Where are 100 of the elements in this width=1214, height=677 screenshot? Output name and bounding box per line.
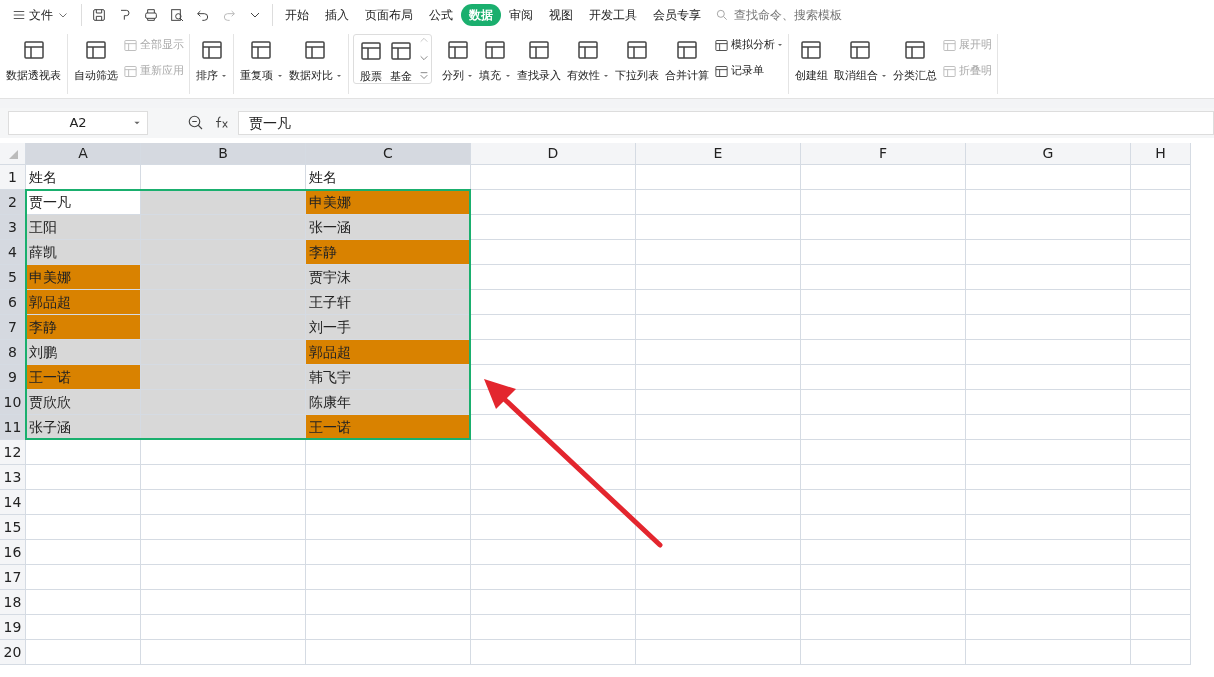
search-icon (715, 8, 729, 22)
ribbon-button[interactable]: 合并计算 (661, 34, 712, 87)
ribbon-button[interactable]: 下拉列表 (611, 34, 662, 87)
grid-cell (1131, 515, 1191, 540)
row-header[interactable]: 17 (0, 565, 26, 590)
column-header[interactable]: H (1131, 143, 1191, 165)
table-icon (624, 38, 649, 62)
ribbon-button[interactable]: 排序 (193, 34, 231, 87)
name-box[interactable]: A2 (8, 111, 148, 135)
ribbon-button[interactable]: 分列 (439, 34, 477, 87)
table-icon (799, 38, 824, 62)
row-header[interactable]: 16 (0, 540, 26, 565)
table-icon (445, 38, 470, 62)
table-cell: 申美娜 (26, 265, 141, 290)
more-icon[interactable] (419, 71, 429, 81)
ribbon-button[interactable]: 数据透视表 (3, 34, 64, 87)
column-header[interactable]: B (141, 143, 306, 165)
grid-cell (1131, 265, 1191, 290)
ribbon-button[interactable]: 创建组 (791, 34, 831, 87)
table-cell: 姓名 (306, 165, 471, 190)
ribbon-tab[interactable]: 开发工具 (580, 4, 645, 26)
ribbon-tab[interactable]: 页面布局 (356, 4, 421, 26)
row-header[interactable]: 7 (0, 315, 26, 340)
column-header[interactable]: A (26, 143, 141, 165)
row-header[interactable]: 19 (0, 615, 26, 640)
column-header[interactable]: E (636, 143, 801, 165)
grid-cell (1131, 440, 1191, 465)
row-header[interactable]: 15 (0, 515, 26, 540)
grid-cell (1131, 640, 1191, 665)
ribbon-button[interactable]: 有效性 (563, 34, 612, 87)
ribbon-button[interactable]: 填充 (476, 34, 514, 87)
formula-field[interactable]: 贾一凡 (238, 111, 1214, 135)
save-icon[interactable] (90, 7, 107, 23)
ribbon-tab[interactable]: 公式 (420, 4, 461, 26)
zoom-icon[interactable] (187, 114, 205, 132)
row-header[interactable]: 6 (0, 290, 26, 315)
table-icon (123, 63, 138, 79)
table-icon (713, 37, 729, 53)
table-icon (199, 38, 224, 62)
ribbon-button[interactable]: 股票 (355, 35, 386, 88)
row-header[interactable]: 8 (0, 340, 26, 365)
dropdown-caret-icon[interactable] (132, 119, 141, 127)
table-icon (713, 63, 729, 79)
table-icon (388, 39, 413, 63)
row-header[interactable]: 18 (0, 590, 26, 615)
table-cell: 王阳 (26, 215, 141, 240)
table-icon (249, 38, 274, 62)
ribbon-button[interactable]: 记录单 (711, 59, 785, 83)
row-header[interactable]: 10 (0, 390, 26, 415)
table-icon (848, 38, 873, 62)
table-cell: 贾一凡 (26, 190, 141, 215)
ribbon-button[interactable]: 数据对比 (285, 34, 345, 87)
grid-cell (1131, 240, 1191, 265)
grid-cell (1131, 540, 1191, 565)
grid-cell (1131, 565, 1191, 590)
print-icon[interactable] (142, 7, 159, 23)
caret-icon (335, 73, 342, 80)
table-icon (674, 38, 699, 62)
ribbon-button[interactable]: 模拟分析 (711, 34, 785, 57)
table-cell: 郭品超 (306, 340, 471, 365)
ribbon-tab[interactable]: 插入 (316, 4, 357, 26)
table-icon (303, 38, 328, 62)
row-header[interactable]: 2 (0, 190, 26, 215)
grid-cell (1131, 615, 1191, 640)
row-header[interactable]: 1 (0, 165, 26, 190)
ribbon-button[interactable]: 自动筛选 (71, 34, 121, 87)
column-header[interactable]: G (966, 143, 1131, 165)
row-header[interactable]: 3 (0, 215, 26, 240)
ribbon-button[interactable]: 取消组合 (830, 34, 890, 87)
ribbon-button[interactable]: 查找录入 (513, 34, 564, 87)
grid-cell (1131, 490, 1191, 515)
ribbon-button[interactable]: 基金 (385, 35, 416, 88)
row-header[interactable]: 5 (0, 265, 26, 290)
print-preview-icon[interactable] (168, 7, 185, 23)
table-cell: 张一涵 (306, 215, 471, 240)
ribbon-button[interactable]: 分类汇总 (890, 34, 940, 87)
table-icon (482, 38, 507, 62)
row-header[interactable]: 20 (0, 640, 26, 665)
row-header[interactable]: 9 (0, 365, 26, 390)
ribbon-tab[interactable]: 视图 (540, 4, 581, 26)
table-cell: 李静 (26, 315, 141, 340)
row-header[interactable]: 12 (0, 440, 26, 465)
column-header[interactable]: C (306, 143, 471, 165)
table-icon (21, 38, 46, 62)
grid-cell (1131, 590, 1191, 615)
ribbon-tab[interactable]: 会员专享 (644, 4, 709, 26)
search-field[interactable]: 查找命令、搜索模板 (715, 5, 863, 25)
row-header[interactable]: 14 (0, 490, 26, 515)
grid-cell (1131, 415, 1191, 440)
caret-icon (467, 73, 474, 80)
ribbon-button[interactable]: 重复项 (237, 34, 286, 87)
ribbon-tab[interactable]: 审阅 (500, 4, 541, 26)
file-menu-button[interactable]: 文件 (4, 4, 77, 26)
row-header[interactable]: 13 (0, 465, 26, 490)
ribbon-tab[interactable]: 开始 (276, 4, 317, 26)
caret-icon (602, 73, 609, 80)
row-header[interactable]: 11 (0, 415, 26, 440)
row-header[interactable]: 4 (0, 240, 26, 265)
column-header[interactable]: D (471, 143, 636, 165)
column-header[interactable]: F (801, 143, 966, 165)
